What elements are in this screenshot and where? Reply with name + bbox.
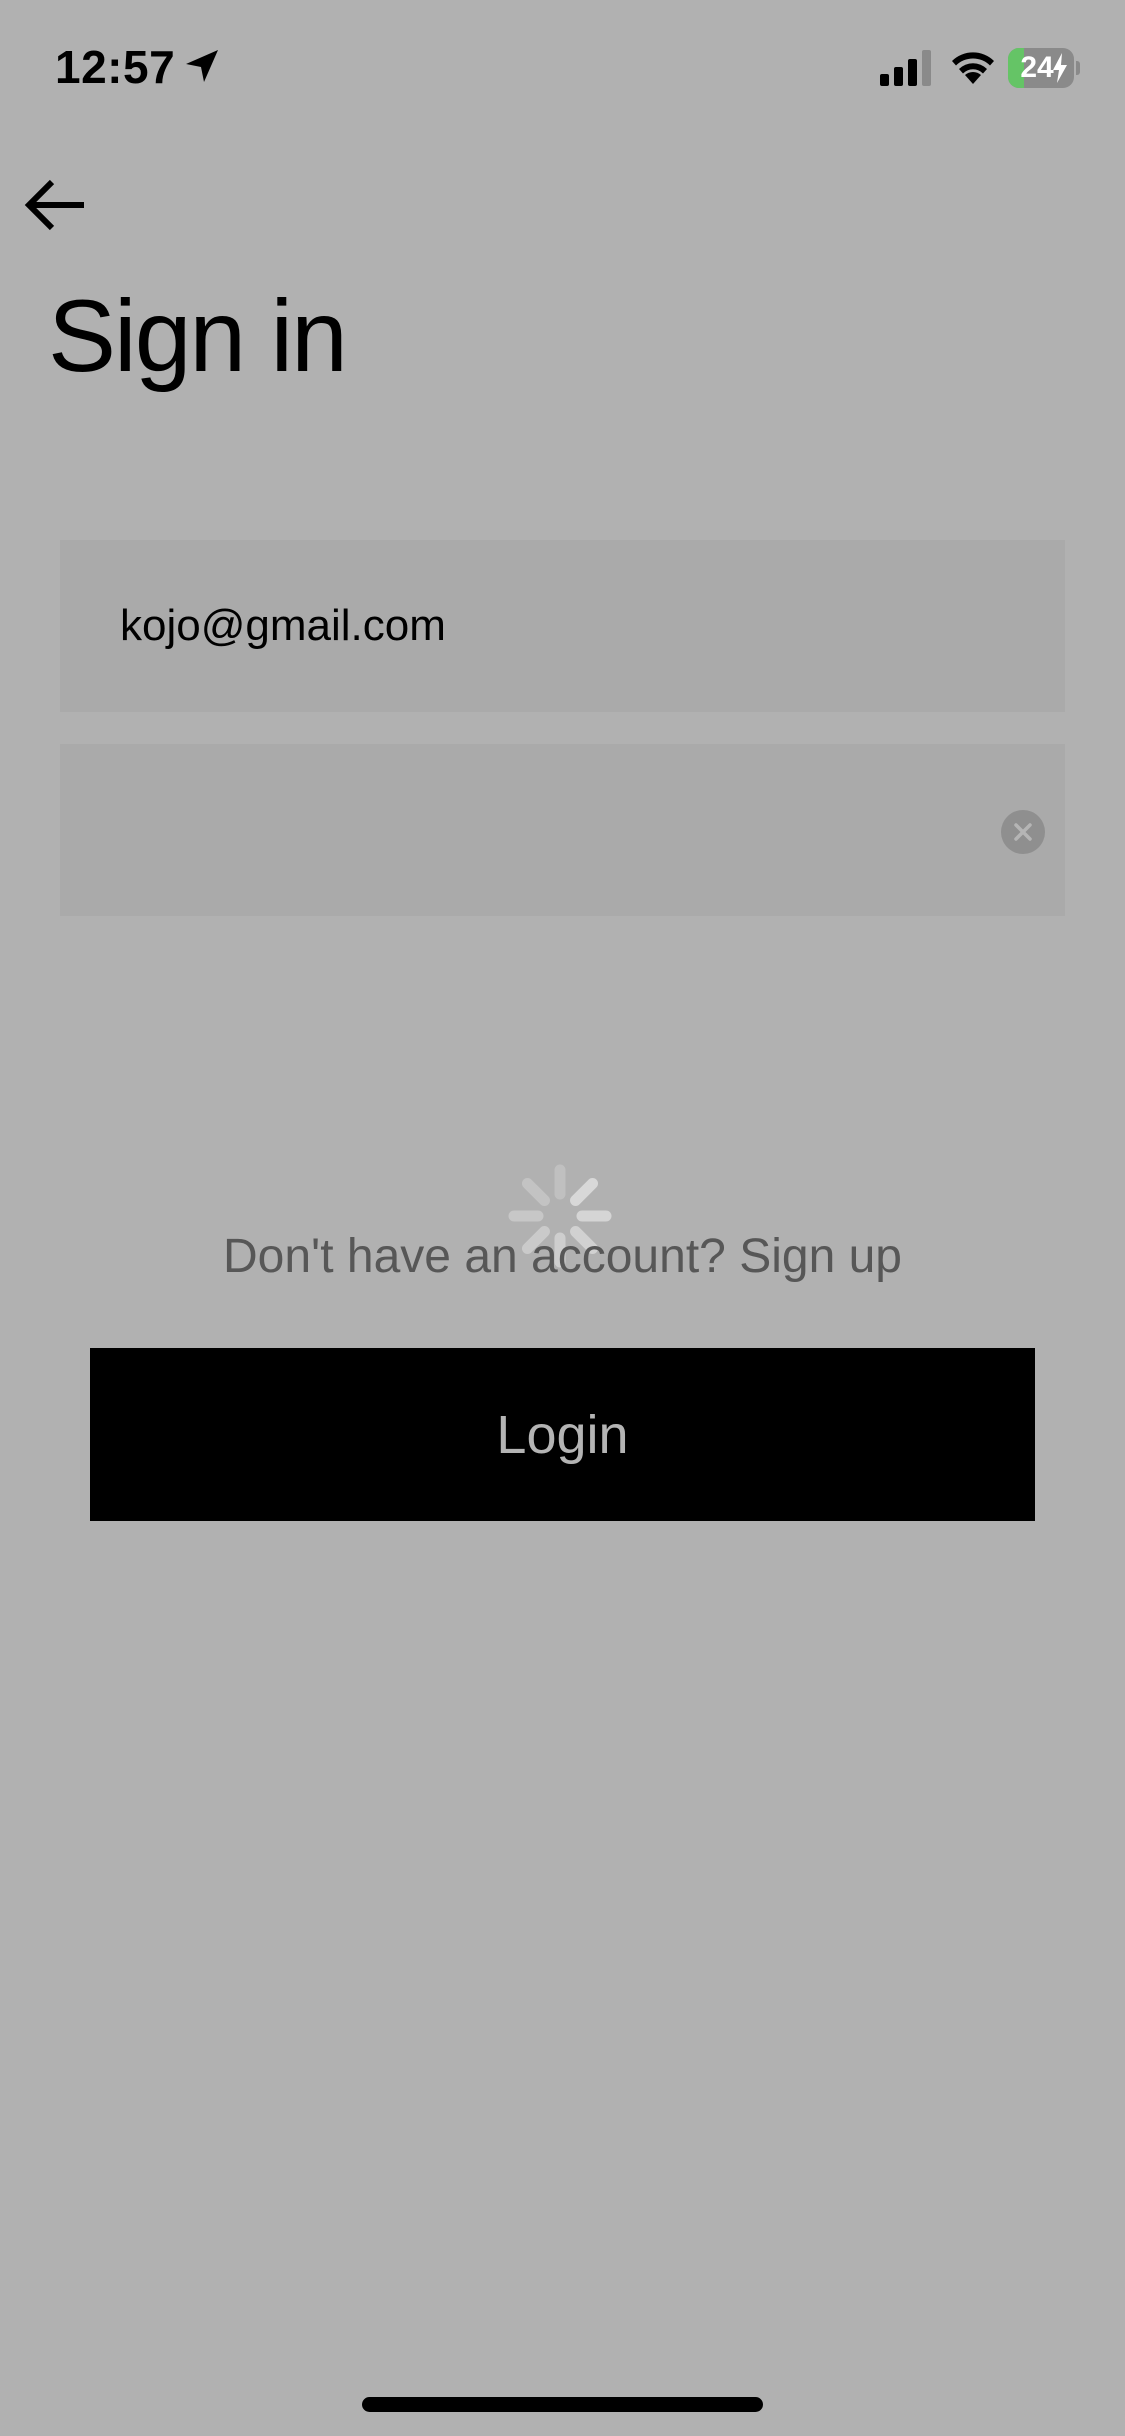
spinner-spoke: [521, 1177, 550, 1206]
status-bar: 12:57 24: [0, 0, 1125, 140]
battery-cap: [1076, 61, 1080, 75]
login-button[interactable]: Login: [90, 1348, 1035, 1521]
arrow-left-icon: [24, 179, 84, 231]
cellular-signal-icon: [880, 50, 931, 86]
location-arrow-icon: [186, 50, 218, 82]
battery-body: 24: [1008, 48, 1074, 88]
wifi-icon: [952, 52, 994, 84]
page-title: Sign in: [48, 279, 348, 393]
signup-link[interactable]: Don't have an account? Sign up: [0, 1222, 1125, 1292]
clear-circle-icon[interactable]: [1001, 810, 1045, 854]
home-indicator: [362, 2397, 763, 2412]
battery-indicator: 24: [1008, 48, 1080, 88]
status-time: 12:57: [55, 41, 176, 93]
password-field[interactable]: [60, 744, 1065, 916]
spinner-spoke: [570, 1177, 599, 1206]
battery-charging-icon: [1053, 53, 1067, 83]
email-field[interactable]: kojo@gmail.com: [60, 540, 1065, 712]
back-button[interactable]: [18, 168, 92, 242]
email-value: kojo@gmail.com: [120, 601, 446, 650]
